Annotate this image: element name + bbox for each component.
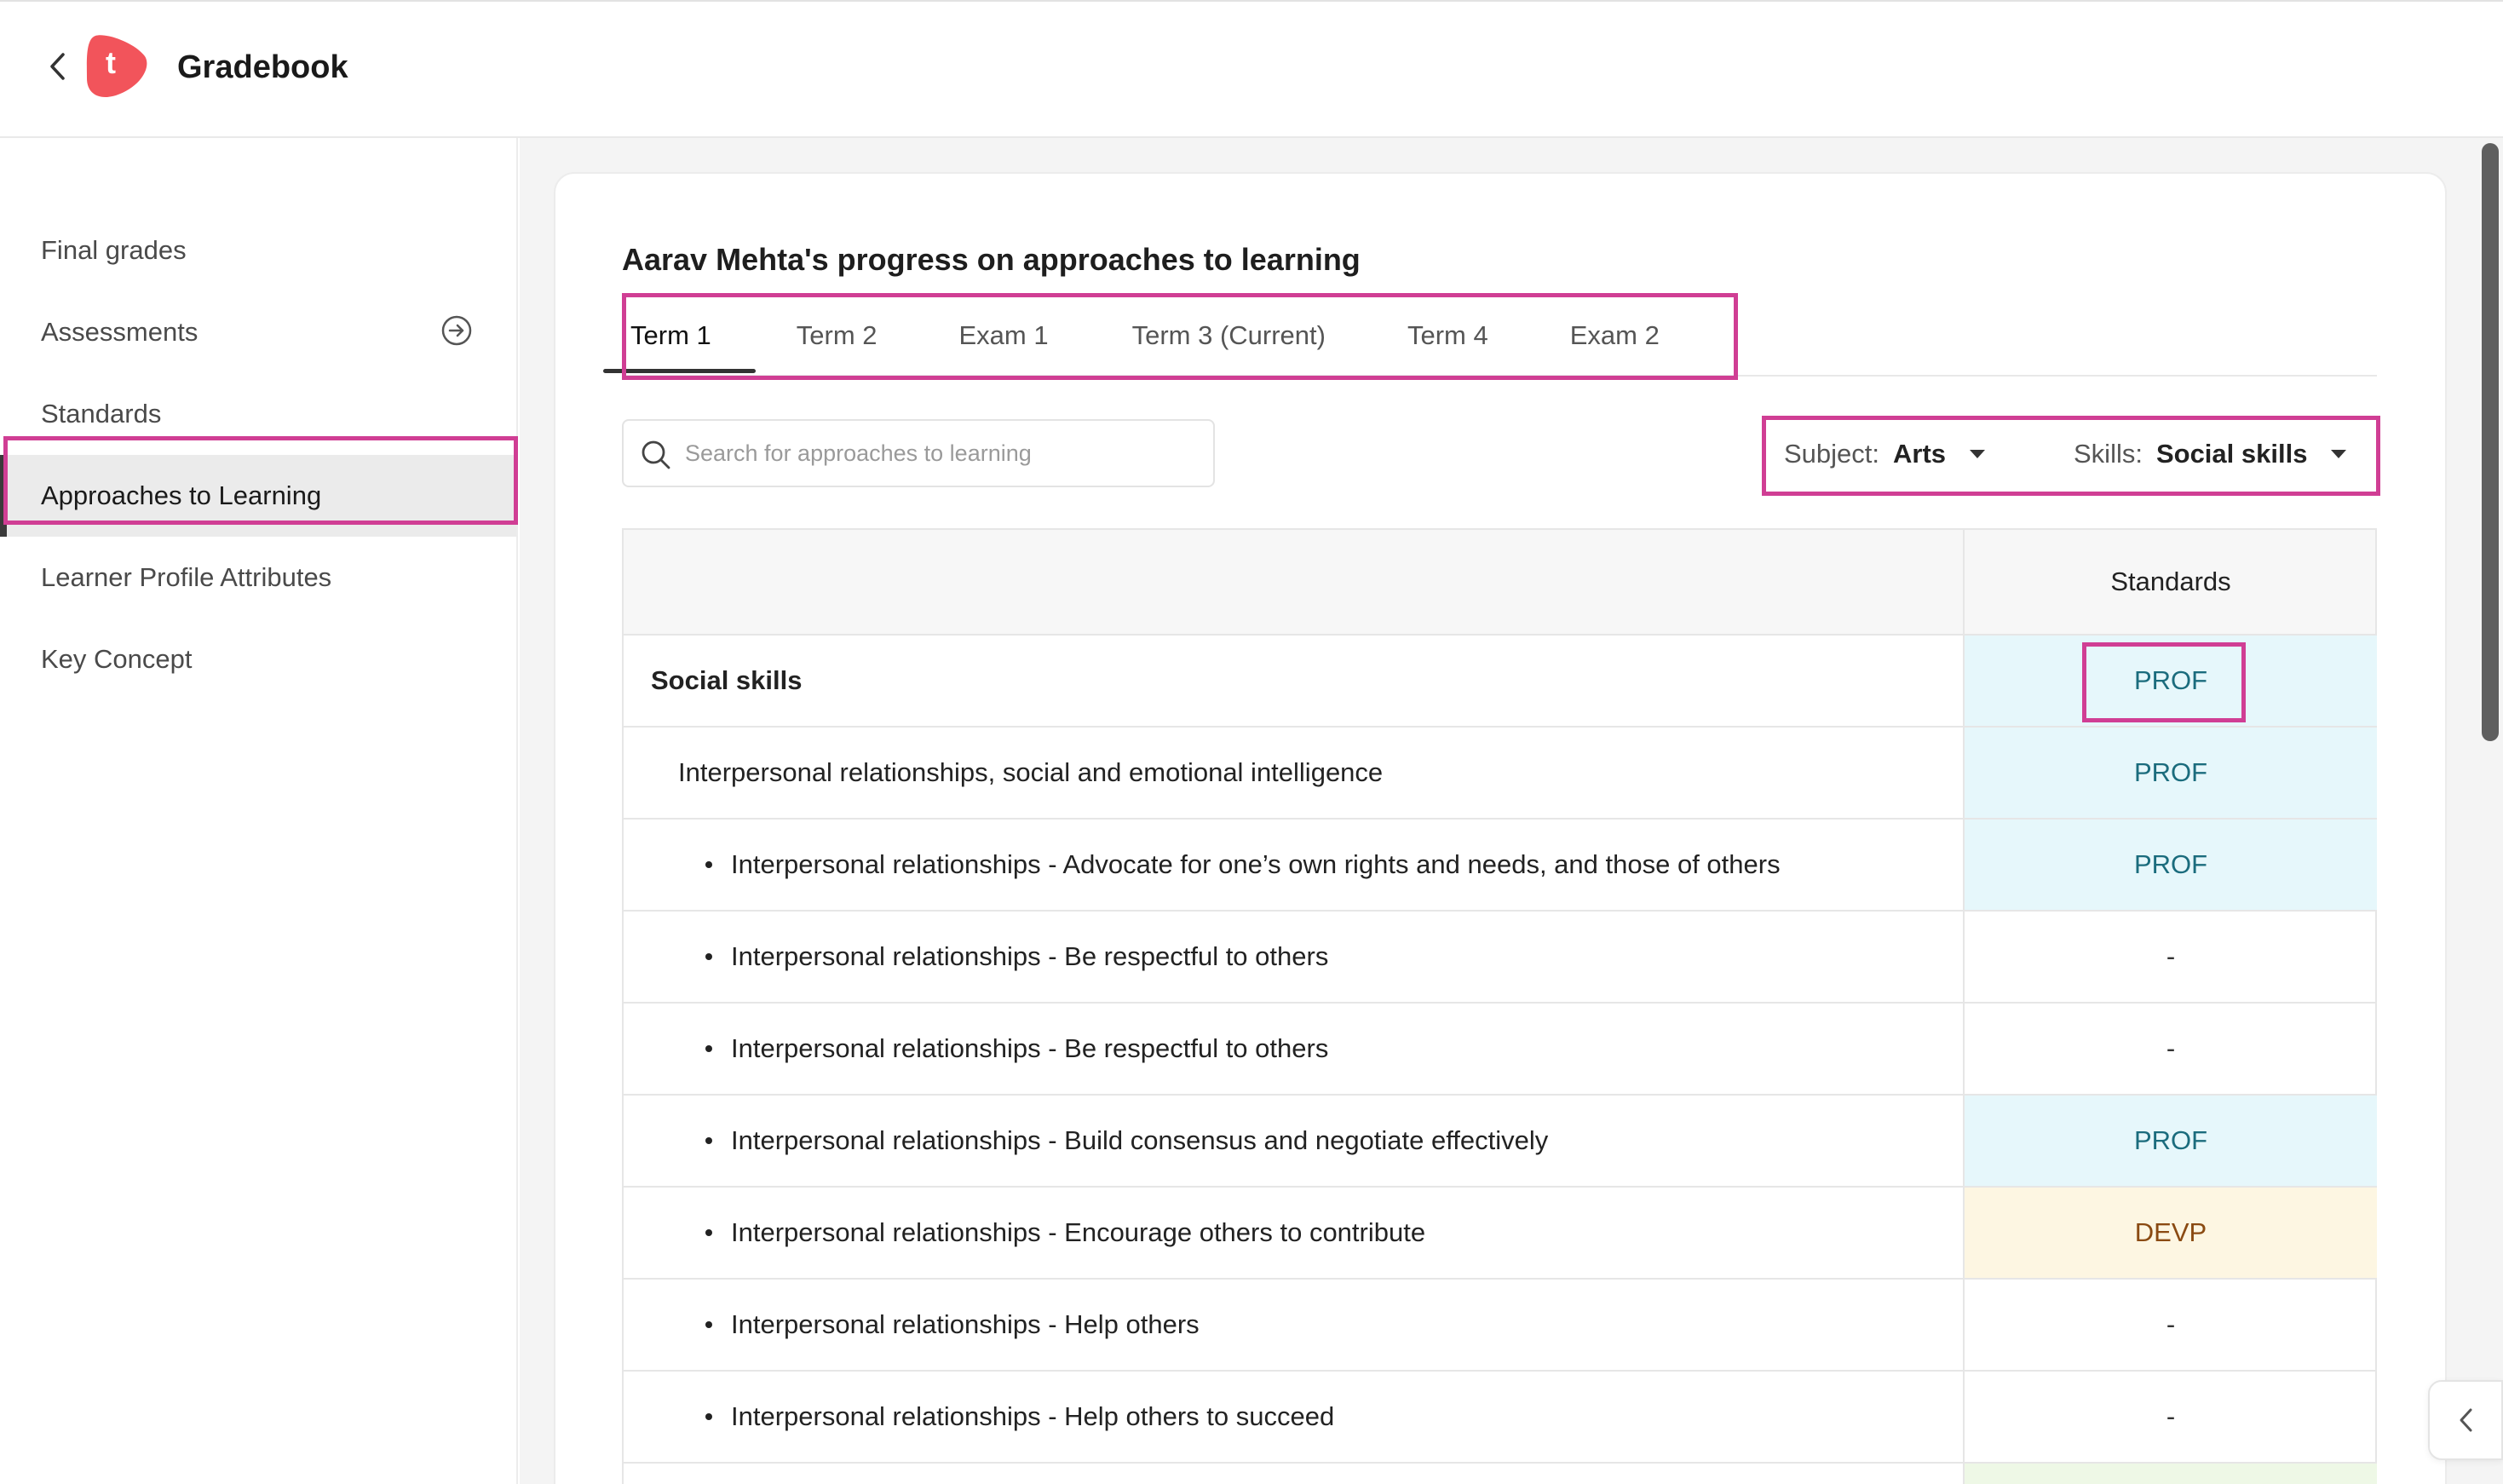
bullet-icon: [705, 1045, 712, 1052]
tabs-divider: [622, 375, 2377, 377]
svg-text:t: t: [106, 45, 116, 80]
row-label: Interpersonal relationships, social and …: [624, 728, 1963, 818]
standard-value: DEVP: [1963, 1188, 2377, 1278]
caret-down-icon: [1970, 450, 1986, 458]
standard-value: PROF: [1963, 820, 2377, 910]
search-box: [622, 419, 1215, 487]
tab-term-4[interactable]: Term 4: [1407, 298, 1488, 373]
row-label-text: Interpersonal relationships - Be respect…: [731, 941, 1329, 971]
sidebar: Final grades Assessments Standards Appro…: [0, 138, 518, 1484]
search-icon: [642, 440, 670, 469]
tab-term-3-current[interactable]: Term 3 (Current): [1132, 298, 1326, 373]
scrollbar-thumb[interactable]: [2482, 143, 2499, 741]
app-logo: t: [82, 31, 150, 99]
page-title: Aarav Mehta's progress on approaches to …: [622, 242, 1361, 277]
row-label: Social skills: [624, 636, 1963, 726]
row-label: Interpersonal relationships - Be respect…: [624, 1004, 1963, 1094]
table-row: Interpersonal relationships - Help other…: [622, 1372, 2377, 1464]
row-label: Interpersonal relationships - Advocate f…: [624, 820, 1963, 910]
row-label-text: Interpersonal relationships - Help other…: [731, 1309, 1200, 1339]
skills-filter-dropdown[interactable]: Skills: Social skills: [2074, 431, 2347, 477]
table-row: Interpersonal relationships - Help other…: [622, 1280, 2377, 1372]
row-label-text: Interpersonal relationships - Help other…: [731, 1401, 1335, 1431]
row-label: Interpersonal relationships - Help other…: [624, 1280, 1963, 1370]
standard-value: -: [1963, 912, 2377, 1002]
sidebar-item-key-concept[interactable]: Key Concept: [0, 618, 516, 700]
standard-value: PROF: [1963, 1096, 2377, 1186]
standard-value: PROF: [1963, 636, 2377, 726]
arrow-right-circle-icon[interactable]: [440, 313, 474, 348]
sidebar-item-label: Key Concept: [41, 644, 193, 674]
sidebar-item-final-grades[interactable]: Final grades: [0, 210, 516, 291]
app-header: t Gradebook: [0, 0, 2503, 138]
sidebar-item-approaches-to-learning[interactable]: Approaches to Learning: [0, 455, 516, 537]
table-row: Interpersonal relationships - Encourage …: [622, 1188, 2377, 1280]
bullet-icon: [705, 1229, 712, 1236]
row-label-text: Interpersonal relationships - Encourage …: [731, 1217, 1426, 1247]
standard-value: -: [1963, 1280, 2377, 1370]
back-button[interactable]: [43, 49, 72, 83]
bullet-icon: [705, 953, 712, 960]
row-label-text: Interpersonal relationships - Be respect…: [731, 1033, 1329, 1063]
tab-exam-2[interactable]: Exam 2: [1570, 298, 1660, 373]
row-label: Interpersonal relationships - Be respect…: [624, 912, 1963, 1002]
bullet-icon: [705, 861, 712, 868]
standard-value: PROF: [1963, 728, 2377, 818]
search-input[interactable]: [685, 429, 1196, 477]
standard-value: -: [1963, 1372, 2377, 1462]
row-label-text: Interpersonal relationships - Build cons…: [731, 1125, 1549, 1155]
row-label: Interpersonal relationships - Build cons…: [624, 1096, 1963, 1186]
skills-filter-label: Skills:: [2074, 439, 2143, 469]
tab-term-2[interactable]: Term 2: [797, 298, 877, 373]
app-title: Gradebook: [177, 49, 348, 85]
tab-term-1[interactable]: Term 1: [603, 298, 756, 373]
subject-filter-value: Arts: [1893, 439, 1947, 469]
standards-column-header: Standards: [1963, 530, 2377, 634]
expand-panel-button[interactable]: [2428, 1380, 2503, 1460]
caret-down-icon: [2331, 450, 2347, 458]
sidebar-item-learner-profile-attributes[interactable]: Learner Profile Attributes: [0, 537, 516, 618]
table-row: Social skills PROF: [622, 636, 2377, 728]
sidebar-item-label: Approaches to Learning: [41, 480, 322, 510]
row-label-text: Social skills: [651, 665, 803, 695]
table-row: Interpersonal relationships - Be respect…: [622, 1004, 2377, 1096]
term-tabs: Term 1 Term 2 Exam 1 Term 3 (Current) Te…: [603, 298, 1660, 373]
sidebar-item-label: Learner Profile Attributes: [41, 562, 332, 592]
table-row: Interpersonal relationships - Build cons…: [622, 1096, 2377, 1188]
sidebar-item-standards[interactable]: Standards: [0, 373, 516, 455]
sidebar-item-label: Final grades: [41, 235, 187, 265]
table-row: [622, 1464, 2377, 1484]
bullet-icon: [705, 1321, 712, 1328]
sidebar-item-label: Standards: [41, 399, 162, 429]
sidebar-item-assessments[interactable]: Assessments: [0, 291, 516, 373]
bullet-icon: [705, 1413, 712, 1420]
skills-filter-value: Social skills: [2155, 439, 2308, 469]
chevron-left-icon: [50, 53, 65, 80]
row-label: Interpersonal relationships - Encourage …: [624, 1188, 1963, 1278]
subject-filter-dropdown[interactable]: Subject: Arts: [1784, 431, 1986, 477]
chevron-left-icon: [2460, 1408, 2472, 1432]
standard-value: -: [1963, 1004, 2377, 1094]
row-label: Interpersonal relationships - Help other…: [624, 1372, 1963, 1462]
row-label-text: Interpersonal relationships, social and …: [678, 757, 1384, 787]
tab-exam-1[interactable]: Exam 1: [959, 298, 1049, 373]
table-row: Interpersonal relationships, social and …: [622, 728, 2377, 820]
standard-value-partial: [1963, 1464, 2377, 1484]
bullet-icon: [705, 1137, 712, 1144]
table-row: Interpersonal relationships - Advocate f…: [622, 820, 2377, 912]
row-label-text: Interpersonal relationships - Advocate f…: [731, 849, 1781, 879]
table-header: Standards: [622, 528, 2377, 636]
sidebar-item-label: Assessments: [41, 317, 199, 347]
subject-filter-label: Subject:: [1784, 439, 1880, 469]
table-row: Interpersonal relationships - Be respect…: [622, 912, 2377, 1004]
